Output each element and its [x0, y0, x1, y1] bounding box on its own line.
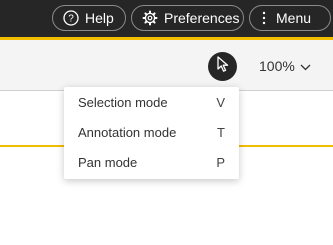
- menu-item-selection-mode[interactable]: Selection mode V: [64, 87, 239, 117]
- question-circle-icon: ?: [63, 10, 79, 26]
- gear-icon: [142, 10, 158, 26]
- menu-item-annotation-mode[interactable]: Annotation mode T: [64, 117, 239, 147]
- menu-item-label: Pan mode: [78, 154, 138, 170]
- menu-item-shortcut: V: [216, 94, 225, 110]
- chevron-down-icon: [300, 58, 311, 74]
- preferences-label: Preferences: [164, 10, 240, 26]
- menu-button[interactable]: Menu: [249, 5, 331, 31]
- mode-dropdown-menu: Selection mode V Annotation mode T Pan m…: [64, 87, 239, 179]
- preferences-button[interactable]: Preferences: [131, 5, 244, 31]
- svg-text:?: ?: [68, 14, 74, 25]
- menu-item-pan-mode[interactable]: Pan mode P: [64, 147, 239, 177]
- mode-select-button[interactable]: [208, 52, 237, 81]
- menu-item-label: Annotation mode: [78, 124, 177, 140]
- menu-item-shortcut: P: [216, 154, 225, 170]
- top-bar: ? Help Preferences Menu: [0, 0, 333, 37]
- help-button[interactable]: ? Help: [52, 5, 126, 31]
- menu-item-shortcut: T: [217, 124, 225, 140]
- toolbar: 100%: [0, 40, 333, 91]
- menu-label: Menu: [276, 10, 312, 26]
- vertical-dots-icon: [262, 11, 266, 25]
- menu-item-label: Selection mode: [78, 94, 168, 110]
- zoom-dropdown[interactable]: 100%: [259, 58, 311, 74]
- zoom-value: 100%: [259, 58, 295, 74]
- mouse-pointer-icon: [215, 55, 231, 78]
- help-label: Help: [85, 10, 114, 26]
